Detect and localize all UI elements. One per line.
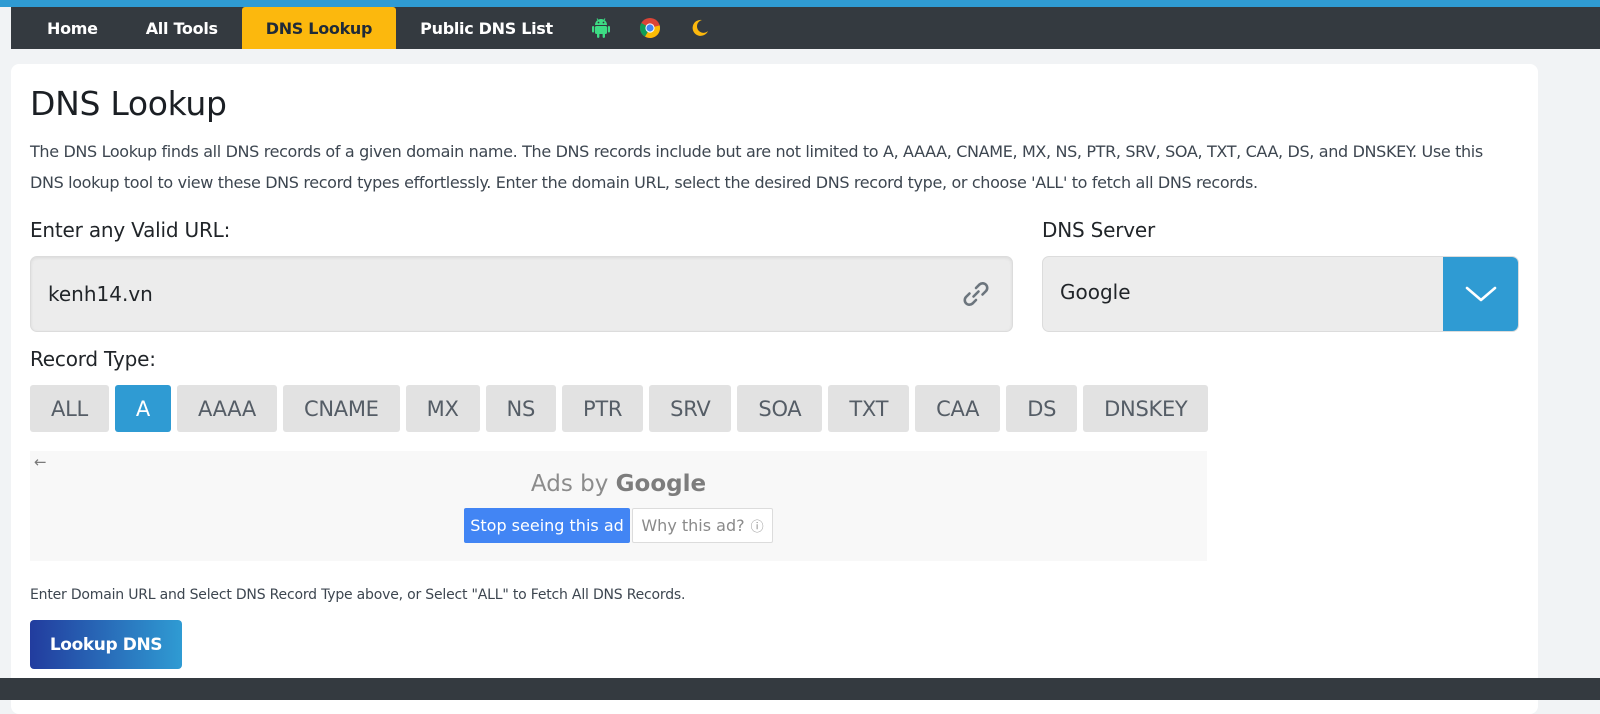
url-field-label: Enter any Valid URL: [30, 218, 231, 242]
info-icon: ⓘ [750, 520, 764, 535]
bottom-bar [0, 678, 1600, 700]
link-icon[interactable] [960, 278, 992, 314]
chevron-down-icon[interactable] [1443, 257, 1518, 331]
nav-public-dns-list[interactable]: Public DNS List [396, 7, 577, 49]
nav-home[interactable]: Home [23, 7, 122, 49]
ads-by-text: Ads by [530, 471, 609, 497]
record-type-group: ALL A AAAA CNAME MX NS PTR SRV SOA TXT C… [30, 385, 1209, 432]
record-type-dnskey[interactable]: DNSKEY [1083, 385, 1209, 432]
dns-server-label: DNS Server [1042, 218, 1156, 242]
record-type-label: Record Type: [30, 347, 156, 371]
nav-dns-lookup[interactable]: DNS Lookup [241, 7, 397, 49]
record-type-cname[interactable]: CNAME [282, 385, 400, 432]
dns-lookup-card: DNS Lookup The DNS Lookup finds all DNS … [11, 64, 1538, 714]
record-type-aaaa[interactable]: AAAA [176, 385, 277, 432]
why-this-ad-button[interactable]: Why this ad? ⓘ [632, 508, 773, 543]
page-description: The DNS Lookup finds all DNS records of … [30, 142, 1483, 192]
dns-server-select[interactable]: Google [1042, 256, 1519, 332]
record-type-ds[interactable]: DS [1006, 385, 1078, 432]
record-type-caa[interactable]: CAA [915, 385, 1001, 432]
why-this-ad-label: Why this ad? [641, 516, 745, 535]
google-wordmark: Google [615, 471, 707, 497]
moon-icon[interactable] [675, 7, 723, 49]
lookup-dns-button[interactable]: Lookup DNS [30, 620, 182, 669]
record-type-txt[interactable]: TXT [828, 385, 910, 432]
ads-by-google: Ads by Google [30, 471, 1207, 497]
nav-all-tools[interactable]: All Tools [122, 7, 242, 49]
stop-seeing-ad-button[interactable]: Stop seeing this ad [464, 508, 630, 543]
page-title: DNS Lookup [30, 84, 227, 123]
record-type-ptr[interactable]: PTR [561, 385, 644, 432]
url-input-wrapper [30, 256, 1013, 332]
main-navbar: Home All Tools DNS Lookup Public DNS Lis… [11, 7, 1600, 49]
ad-container: ← Ads by Google Stop seeing this ad Why … [30, 451, 1207, 561]
record-type-mx[interactable]: MX [405, 385, 480, 432]
record-type-ns[interactable]: NS [485, 385, 556, 432]
record-type-a[interactable]: A [114, 385, 171, 432]
instruction-hint: Enter Domain URL and Select DNS Record T… [30, 587, 686, 603]
record-type-all[interactable]: ALL [30, 385, 109, 432]
back-arrow-icon[interactable]: ← [34, 453, 47, 471]
android-icon[interactable] [577, 7, 625, 49]
url-input[interactable] [31, 257, 931, 331]
chrome-icon[interactable] [625, 7, 675, 49]
scrollbar-track[interactable] [1586, 49, 1600, 678]
record-type-srv[interactable]: SRV [649, 385, 732, 432]
record-type-soa[interactable]: SOA [737, 385, 823, 432]
dns-server-selected: Google [1060, 280, 1131, 304]
top-accent-strip [0, 0, 1600, 7]
